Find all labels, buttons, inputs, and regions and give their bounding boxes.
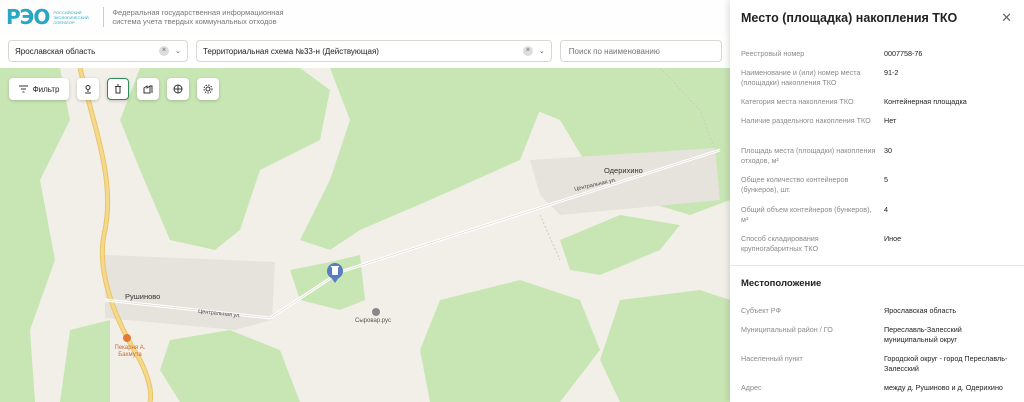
chevron-down-icon[interactable]: ⌄ (175, 47, 181, 55)
filter-button-label: Фильтр (32, 84, 60, 94)
logo[interactable]: РЭО Российский экологический оператор (6, 5, 97, 29)
detail-key: Общий объем контейнеров (бункеров), м³ (741, 205, 872, 224)
forest-area (420, 280, 600, 402)
details-panel: Место (площадка) накопления ТКО ✕ Реестр… (730, 0, 1024, 402)
detail-value: Нет (884, 116, 897, 125)
detail-value: 4 (884, 205, 888, 214)
close-icon[interactable]: ✕ (1001, 10, 1012, 26)
detail-key: Населенный пункт (741, 354, 803, 363)
detail-row: Реестровый номер 0007758-76 (741, 49, 1016, 59)
section-divider (730, 265, 1024, 266)
detail-key: Муниципальный район / ГО (741, 325, 833, 334)
poi-label-syrovar[interactable]: Сыровар.рус (355, 318, 391, 325)
forest-area (600, 290, 730, 402)
detail-row: Наличие раздельного накопления ТКО Нет (741, 116, 1016, 126)
header-divider (103, 7, 105, 27)
waste-sites-layer-button[interactable] (107, 78, 129, 100)
detail-value: 30 (884, 146, 892, 155)
detail-row: Наименование и (или) номер места (площад… (741, 68, 1016, 87)
poi-bakery-icon (123, 334, 131, 342)
detail-key: Способ складирования крупногабаритных ТК… (741, 234, 819, 253)
facility-layer-button[interactable] (137, 78, 159, 100)
village-label-rushinovo: Рушиново (125, 292, 161, 301)
detail-key: Субъект РФ (741, 306, 781, 315)
location-pin-icon (85, 85, 91, 94)
gear-icon (203, 84, 213, 94)
filter-icon (18, 85, 28, 93)
region-select[interactable]: Ярославская область × ⌄ (8, 40, 188, 62)
location-section-title: Местоположение (741, 278, 822, 289)
detail-value: 5 (884, 175, 888, 184)
panel-title: Место (площадка) накопления ТКО (741, 11, 958, 25)
location-row: Населенный пункт Городской округ - город… (741, 354, 1016, 373)
detail-row: Способ складирования крупногабаритных ТК… (741, 234, 1016, 253)
factory-icon (143, 85, 153, 94)
clear-icon[interactable]: × (159, 46, 170, 56)
crosshair-button[interactable] (167, 78, 189, 100)
filter-bar: Ярославская область × ⌄ Территориальная … (0, 34, 730, 68)
detail-key: Наличие раздельного накопления ТКО (741, 116, 871, 125)
detail-key: Категория места накопления ТКО (741, 97, 854, 106)
location-row: Муниципальный район / ГО Переславль-Зале… (741, 325, 1016, 344)
detail-value: Иное (884, 234, 902, 243)
system-title: Федеральная государственная информационн… (112, 8, 284, 26)
detail-key: Адрес (741, 383, 762, 392)
detail-value: Переславль-Залесский муниципальный округ (884, 325, 962, 344)
map-toolbar: Фильтр (9, 78, 219, 100)
detail-row: Категория места накопления ТКО Контейнер… (741, 97, 1016, 107)
scheme-select[interactable]: Территориальная схема №33-н (Действующая… (195, 40, 552, 62)
detail-row: Общее количество контейнеров (бункеров),… (741, 175, 1016, 194)
trash-bin-icon (115, 84, 121, 94)
detail-value: 0007758-76 (884, 49, 923, 58)
detail-value: Городской округ - город Переславль-Залес… (884, 354, 1008, 373)
logo-mark: РЭО (6, 5, 50, 29)
detail-value: Ярославская область (884, 306, 957, 315)
detail-key: Наименование и (или) номер места (площад… (741, 68, 861, 87)
search-input[interactable] (559, 40, 723, 62)
settings-button[interactable] (197, 78, 219, 100)
filter-button[interactable]: Фильтр (9, 78, 69, 100)
detail-row: Площадь места (площадки) накопления отхо… (741, 146, 1016, 165)
location-row: Субъект РФ Ярославская область (741, 306, 1016, 316)
clear-icon[interactable]: × (522, 46, 533, 56)
detail-key: Общее количество контейнеров (бункеров),… (741, 175, 849, 194)
logo-subtitle: Российский экологический оператор (53, 9, 89, 25)
detail-value: Контейнерная площадка (884, 97, 967, 106)
scheme-select-value: Территориальная схема №33-н (Действующая… (202, 46, 379, 56)
location-row: Адрес между д. Рушиново и д. Одерихино (741, 383, 1016, 393)
village-label-oderikhino: Одерихино (604, 166, 643, 175)
detail-key: Площадь места (площадки) накопления отхо… (741, 146, 876, 165)
region-select-value: Ярославская область (15, 46, 96, 56)
crosshair-icon (173, 84, 183, 94)
app-header: РЭО Российский экологический оператор Фе… (0, 0, 730, 34)
poi-label-bakery[interactable]: Пекарня А. Бахмута (110, 345, 150, 359)
detail-row: Общий объем контейнеров (бункеров), м³ 4 (741, 205, 1016, 224)
detail-key: Реестровый номер (741, 49, 805, 58)
poi-cheese-icon (372, 308, 380, 316)
chevron-down-icon[interactable]: ⌄ (539, 47, 545, 55)
detail-value: 91-2 (884, 68, 899, 77)
location-pin-button[interactable] (77, 78, 99, 100)
detail-value: между д. Рушиново и д. Одерихино (884, 383, 1003, 392)
